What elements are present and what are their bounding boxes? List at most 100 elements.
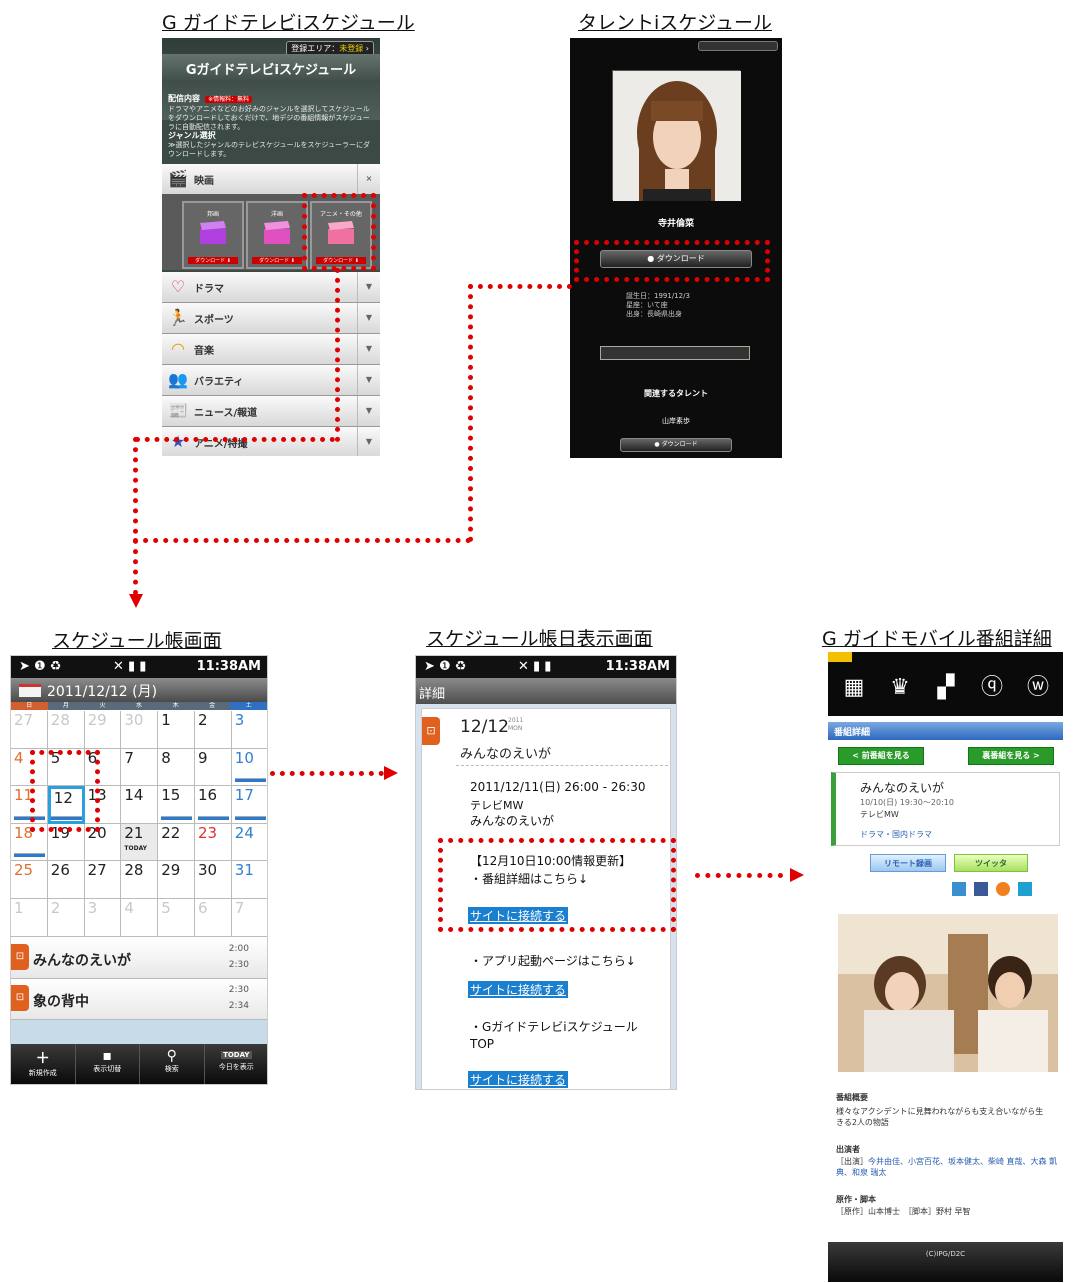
calendar-day[interactable]: 1	[11, 899, 48, 937]
calendar-day[interactable]: 2	[195, 711, 232, 749]
chevron-down-icon[interactable]: ▼	[357, 272, 380, 302]
detail-dow: MON	[508, 725, 523, 732]
chevron-down-icon[interactable]: ▼	[357, 365, 380, 395]
today-icon: TODAY	[220, 1051, 252, 1059]
calendar-day[interactable]: 6	[195, 899, 232, 937]
share-icon[interactable]	[996, 882, 1010, 896]
next-program-button[interactable]: 裏番組を見る >	[968, 747, 1054, 765]
view-toggle-button[interactable]: ▪ 表示切替	[76, 1044, 140, 1084]
movie-tile-japanese[interactable]: 邦画 ダウンロード ⬇	[182, 201, 244, 269]
calendar-day[interactable]: 29	[158, 861, 195, 899]
calendar-day[interactable]: 27	[11, 711, 48, 749]
grid-icon[interactable]: ▦	[840, 674, 868, 702]
category-music[interactable]: ◠ 音楽 ▼	[162, 334, 380, 365]
event-row[interactable]: ⊡ 象の背中 2:30 2:34	[11, 979, 267, 1020]
movie-tile-western[interactable]: 洋画 ダウンロード ⬇	[246, 201, 308, 269]
site-link-2[interactable]: サイトに接続する	[468, 979, 569, 998]
calendar-day[interactable]: 29	[84, 711, 122, 749]
calendar-day[interactable]: 24	[231, 824, 267, 862]
close-icon[interactable]: ×	[357, 164, 380, 194]
category-label: ニュース/報道	[194, 408, 258, 419]
calendar-day[interactable]: 25	[11, 861, 48, 899]
runner-icon: 🏃	[168, 308, 188, 327]
program-detail-header: 番組詳細	[828, 722, 1063, 740]
event-indicator	[234, 778, 266, 783]
movie-label: 映画	[194, 176, 214, 187]
program-time: 10/10(日) 19:30～20:10	[860, 798, 954, 807]
twitter-icon[interactable]	[952, 882, 966, 896]
w-search-icon[interactable]: ⓦ	[1024, 674, 1052, 702]
today-button[interactable]: TODAY 今日を表示	[205, 1044, 268, 1084]
category-news[interactable]: 📰 ニュース/報道 ▼	[162, 396, 380, 427]
calendar-day[interactable]: 28	[121, 861, 159, 899]
calendar-day[interactable]: 22	[158, 823, 195, 862]
calendar-day[interactable]: 14	[121, 786, 159, 824]
crown-icon[interactable]: ♛	[886, 674, 914, 702]
event-row[interactable]: ⊡ みんなのえいが 2:00 2:30	[11, 938, 267, 979]
connector-line	[133, 437, 138, 595]
calendar-day[interactable]: 7	[121, 748, 159, 787]
person-search-icon[interactable]: ⓠ	[978, 674, 1006, 702]
category-sports[interactable]: 🏃 スポーツ ▼	[162, 303, 380, 334]
chevron-down-icon[interactable]: ▼	[357, 334, 380, 364]
highlight-anime-tile	[302, 193, 376, 271]
program-photo-image	[838, 914, 1058, 1072]
calendar-day[interactable]: 26	[47, 861, 85, 899]
calendar-day[interactable]: 9	[195, 748, 232, 787]
delivery-tag: ※情報料：無料	[205, 96, 253, 103]
calendar-day[interactable]: 31	[231, 861, 267, 899]
area-button[interactable]	[698, 41, 778, 51]
status-time: 11:38AM	[196, 659, 261, 674]
event-icon: ⊡	[422, 717, 440, 745]
tiles-icon[interactable]: ▞	[932, 674, 960, 702]
event-indicator	[234, 815, 266, 820]
calendar-day[interactable]: 5	[158, 899, 195, 937]
category-variety[interactable]: 👥 バラエティ ▼	[162, 365, 380, 396]
signal-icons: ✕ ▮ ▮	[113, 659, 147, 674]
area-label: 登録エリア：	[291, 44, 340, 53]
chevron-down-icon[interactable]: ▼	[357, 303, 380, 333]
tweet-button[interactable]: ツイッタ	[954, 854, 1028, 872]
category-drama[interactable]: ♡ ドラマ ▼	[162, 272, 380, 303]
event-title: 象の背中	[33, 994, 89, 1010]
chevron-down-icon[interactable]: ▼	[357, 427, 380, 456]
category-movie[interactable]: 🎬 映画 ×	[162, 164, 380, 195]
program-genre[interactable]: ドラマ・国内ドラマ	[860, 829, 932, 840]
calendar-day[interactable]: 1	[158, 711, 195, 749]
calendar-day[interactable]: 28	[47, 711, 85, 749]
calendar-day[interactable]: 2	[47, 899, 85, 937]
bookmark-icon[interactable]	[1018, 882, 1032, 896]
event-indicator	[14, 853, 45, 858]
app-link-text: ・アプリ起動ページはこちら↓	[470, 954, 636, 968]
prev-program-button[interactable]: < 前番組を見る	[838, 747, 924, 765]
event-start: 2:00	[228, 944, 249, 954]
calendar-day[interactable]: 4	[121, 899, 159, 937]
cast-text: ［出演］今井由佳、小宮百花、坂本健太、柴崎 直哉、大森 凱典、和泉 瑞太	[836, 1156, 1058, 1178]
program-card: みんなのえいが 10/10(日) 19:30～20:10 テレビMW ドラマ・国…	[831, 772, 1060, 846]
remote-record-button[interactable]: リモート録画	[870, 854, 946, 872]
calendar-day[interactable]: 3	[231, 711, 267, 749]
highlight-download	[574, 240, 770, 282]
talent-link-bar[interactable]	[600, 346, 750, 360]
calendar-day[interactable]: 3	[84, 899, 122, 937]
caption-schedule-day: スケジュール帳日表示画面	[426, 628, 653, 650]
connector-line	[133, 538, 471, 543]
calendar-day[interactable]: 23	[195, 823, 232, 862]
detail-channel: テレビMW	[470, 799, 524, 812]
facebook-icon[interactable]	[974, 882, 988, 896]
site-link-3[interactable]: サイトに接続する	[468, 1069, 569, 1088]
calendar-day[interactable]: 8	[158, 748, 195, 787]
calendar-day[interactable]: 21	[121, 823, 159, 862]
new-button[interactable]: ＋ 新規作成	[11, 1044, 76, 1084]
caption-talent: タレントiスケジュール	[578, 12, 772, 34]
calendar-day[interactable]: 30	[195, 861, 232, 899]
calendar-day[interactable]: 30	[121, 711, 159, 749]
chevron-down-icon[interactable]: ▼	[357, 396, 380, 426]
calendar-day[interactable]: 7	[231, 899, 267, 937]
cast-names[interactable]: 今井由佳、小宮百花、坂本健太、柴崎 直哉、大森 凱典、和泉 瑞太	[836, 1157, 1057, 1177]
category-label: スポーツ	[194, 315, 234, 326]
related-download-button[interactable]: ● ダウンロード	[620, 438, 732, 452]
calendar-day[interactable]: 27	[84, 861, 122, 899]
event-end: 2:30	[228, 960, 249, 970]
search-button[interactable]: ⚲ 検索	[140, 1044, 205, 1084]
